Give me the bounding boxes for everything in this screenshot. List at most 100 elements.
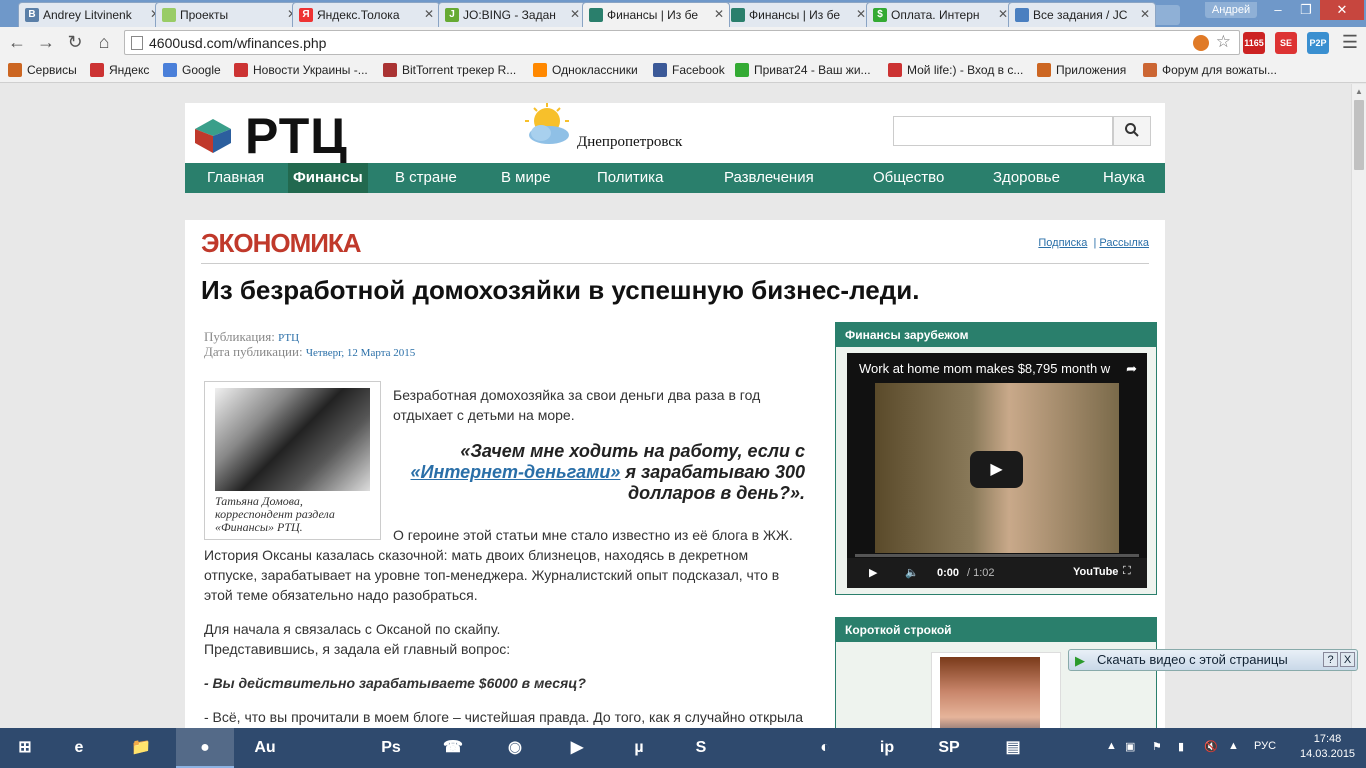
tray-arrow-icon[interactable]: ▲	[1106, 740, 1117, 752]
maximize-icon[interactable]: ❐	[1292, 0, 1320, 20]
pub-value[interactable]: РТЦ	[278, 332, 299, 344]
tab-close-icon[interactable]: ✕	[424, 7, 434, 21]
tab-close-icon[interactable]: ✕	[714, 7, 724, 21]
tab-close-icon[interactable]: ✕	[1140, 7, 1150, 21]
nav-nauka[interactable]: Наука	[1103, 163, 1145, 193]
site-logo[interactable]: РТЦ	[245, 107, 348, 165]
nav-glavnaya[interactable]: Главная	[207, 163, 264, 193]
browser-tab[interactable]: $ Оплата. Интерн ✕	[866, 2, 1014, 27]
browser-tab[interactable]: ВAndrey Litvinenk✕	[18, 2, 166, 27]
bookmark-item[interactable]: Новости Украины -...	[234, 63, 368, 77]
start-button[interactable]: ⊞	[0, 728, 50, 768]
page-scrollbar[interactable]: ▲	[1351, 84, 1366, 728]
taskbar-app-ip-icon[interactable]: ip	[858, 728, 916, 768]
video-title[interactable]: Work at home mom makes $8,795 month w	[859, 361, 1110, 376]
help-icon[interactable]: ?	[1323, 652, 1338, 667]
nav-politika[interactable]: Политика	[597, 163, 663, 193]
bookmark-item[interactable]: Google	[163, 63, 221, 77]
taskbar-app-au-icon[interactable]: Au	[236, 728, 294, 768]
subscribe-link[interactable]: Подписка	[1038, 237, 1087, 249]
nav-v-mire[interactable]: В мире	[501, 163, 551, 193]
play-button[interactable]: ▶	[970, 451, 1023, 488]
browser-tab[interactable]: Финансы | Из бе ✕	[582, 2, 730, 27]
taskbar-app-media-icon[interactable]: ◉	[486, 728, 544, 768]
nav-razvlecheniya[interactable]: Развлечения	[724, 163, 814, 193]
p2p-extension-icon[interactable]: P2P	[1307, 32, 1329, 54]
search-button[interactable]	[1113, 116, 1151, 146]
sc-extension-icon[interactable]: SE	[1275, 32, 1297, 54]
download-video-label[interactable]: Скачать видео с этой страницы	[1097, 652, 1288, 667]
bookmark-star-icon[interactable]: ☆	[1216, 32, 1231, 52]
taskbar-app-viber-icon[interactable]: ☎	[424, 728, 482, 768]
video-player[interactable]: Work at home mom makes $8,795 month w ➦ …	[847, 353, 1147, 588]
bookmark-item[interactable]: Facebook	[653, 63, 725, 77]
menu-icon[interactable]: ☰	[1339, 31, 1361, 53]
nav-obshchestvo[interactable]: Общество	[873, 163, 944, 193]
address-bar[interactable]: 4600usd.com/wfinances.php ☆	[124, 30, 1240, 55]
clock[interactable]: 17:48 14.03.2015	[1300, 732, 1355, 762]
nav-v-strane[interactable]: В стране	[395, 163, 457, 193]
tab-close-icon[interactable]: ✕	[998, 7, 1008, 21]
taskbar-app-vs-icon[interactable]: ▶	[548, 728, 606, 768]
taskbar-app-explorer-icon[interactable]: 📁	[112, 728, 170, 768]
youtube-logo[interactable]: YouTube	[1073, 566, 1118, 578]
news-thumbnail[interactable]	[931, 652, 1061, 728]
nav-finansy[interactable]: Финансы	[288, 163, 368, 193]
bookmark-item[interactable]: Мой life:) - Вход в с...	[888, 63, 1023, 77]
bookmark-item[interactable]: Приват24 - Ваш жи...	[735, 63, 871, 77]
tab-close-icon[interactable]: ✕	[570, 7, 580, 21]
tray-network-icon[interactable]: ▣	[1125, 740, 1135, 753]
bookmark-item[interactable]: Сервисы	[8, 63, 77, 77]
download-video-bar[interactable]: ▶ Скачать видео с этой страницы ? X	[1068, 649, 1358, 671]
share-icon[interactable]: ➦	[1126, 361, 1137, 377]
tab-close-icon[interactable]: ✕	[856, 7, 866, 21]
download-play-icon: ▶	[1075, 653, 1085, 668]
reload-icon[interactable]: ↻	[64, 31, 86, 53]
volume-icon[interactable]: 🔈	[905, 566, 919, 579]
close-icon[interactable]: X	[1340, 652, 1355, 667]
taskbar-app-sp-icon[interactable]: SP	[920, 728, 978, 768]
taskbar-app-ie-icon[interactable]: e	[50, 728, 108, 768]
browser-tab[interactable]: Финансы | Из бе ✕	[724, 2, 872, 27]
taskbar-app-firefox-icon[interactable]: ◐	[796, 728, 854, 768]
fullscreen-icon[interactable]: ⛶	[1123, 565, 1131, 578]
browser-tab[interactable]: Я Яндекс.Толока ✕	[292, 2, 440, 27]
bookmark-item[interactable]: BitTorrent трекер R...	[383, 63, 516, 77]
taskbar-app-notes-icon[interactable]: ▤	[984, 728, 1042, 768]
tray-signal-icon[interactable]: ▲	[1228, 740, 1239, 752]
internet-money-link[interactable]: «Интернет-деньгами»	[411, 462, 621, 482]
minimize-icon[interactable]: –	[1264, 0, 1292, 20]
extension-icon[interactable]	[1193, 35, 1209, 51]
mailing-link[interactable]: Рассылка	[1099, 237, 1149, 249]
mail-icon[interactable]: 1165	[1243, 32, 1265, 54]
bookmark-item[interactable]: Приложения	[1037, 63, 1126, 77]
language-indicator[interactable]: РУС	[1254, 740, 1276, 752]
paragraph-3b: Представившись, я задала ей главный вопр…	[204, 641, 511, 657]
home-icon[interactable]: ⌂	[93, 31, 115, 53]
clock-date: 14.03.2015	[1300, 748, 1356, 760]
video-duration: / 1:02	[967, 567, 995, 579]
play-icon[interactable]: ▶	[869, 566, 877, 579]
tray-battery-icon[interactable]: ▮	[1178, 740, 1184, 753]
browser-tab[interactable]: Проекты✕	[155, 2, 303, 27]
taskbar-app-utorrent-icon[interactable]: µ	[610, 728, 668, 768]
taskbar-app-chrome-icon[interactable]: ●	[176, 728, 234, 768]
bookmark-item[interactable]: Одноклассники	[533, 63, 638, 77]
back-icon[interactable]: ←	[6, 31, 28, 53]
close-window-icon[interactable]: ✕	[1320, 0, 1364, 20]
tray-flag-icon[interactable]: ⚑	[1152, 740, 1162, 753]
bookmark-item[interactable]: Форум для вожаты...	[1143, 63, 1277, 77]
taskbar-app-skype-icon[interactable]: S	[672, 728, 730, 768]
site-search-input[interactable]	[893, 116, 1113, 146]
forward-icon[interactable]: →	[35, 31, 57, 53]
bookmark-item[interactable]: Яндекс	[90, 63, 149, 77]
taskbar-app-ps-icon[interactable]: Ps	[362, 728, 420, 768]
nav-zdorovye[interactable]: Здоровье	[993, 163, 1060, 193]
browser-tab[interactable]: Все задания / JC ✕	[1008, 2, 1156, 27]
video-progress[interactable]	[855, 554, 1139, 557]
tray-volume-icon[interactable]: 🔇	[1204, 740, 1218, 753]
link-separator: |	[1093, 237, 1097, 249]
search-icon	[1125, 123, 1139, 137]
profile-button[interactable]: Андрей	[1205, 2, 1257, 18]
browser-tab[interactable]: J JO:BING - Задан ✕	[438, 2, 586, 27]
